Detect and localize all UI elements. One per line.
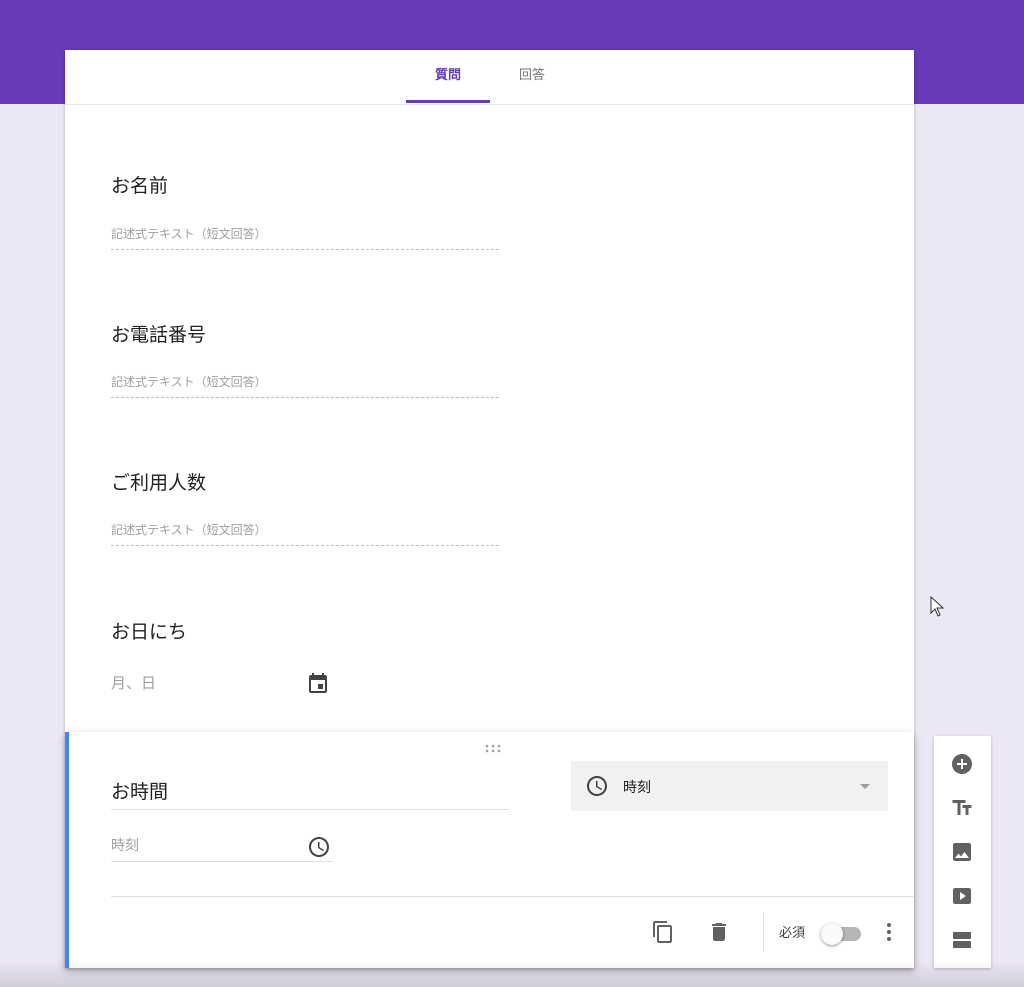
side-toolbar <box>934 736 991 968</box>
card-footer-divider <box>111 896 914 897</box>
dropdown-arrow-icon <box>853 774 877 798</box>
tab-active-indicator <box>406 100 490 103</box>
footer-vertical-divider <box>763 912 764 952</box>
question-title-name[interactable]: お名前 <box>111 171 168 198</box>
short-answer-placeholder: 記述式テキスト（短文回答） <box>111 220 499 250</box>
title-text-icon[interactable] <box>950 796 974 820</box>
duplicate-icon[interactable] <box>651 920 675 944</box>
tab-questions[interactable]: 質問 <box>406 50 490 105</box>
video-icon[interactable] <box>950 884 974 908</box>
tab-responses[interactable]: 回答 <box>490 50 574 105</box>
question-title-phone[interactable]: お電話番号 <box>111 320 206 347</box>
question-type-dropdown[interactable]: 時刻 <box>571 761 888 811</box>
question-title-input[interactable]: お時間 <box>111 778 509 810</box>
mouse-cursor-icon <box>930 595 946 618</box>
image-icon[interactable] <box>950 840 974 864</box>
question-title-date[interactable]: お日にち <box>111 617 187 644</box>
clock-icon <box>585 774 609 798</box>
bottom-shade <box>0 960 1024 987</box>
question-title-guests[interactable]: ご利用人数 <box>111 468 206 495</box>
active-question-card[interactable]: お時間 時刻 時刻 必須 <box>65 732 914 968</box>
required-label: 必須 <box>779 926 806 941</box>
toggle-thumb <box>821 923 843 945</box>
time-answer-placeholder: 時刻 <box>111 832 333 862</box>
more-options-icon[interactable] <box>877 920 901 944</box>
tab-bar: 質問 回答 <box>65 50 914 105</box>
section-icon[interactable] <box>950 928 974 952</box>
drag-handle-icon[interactable] <box>483 739 503 753</box>
short-answer-placeholder: 記述式テキスト（短文回答） <box>111 368 499 398</box>
add-circle-icon[interactable] <box>950 752 974 776</box>
clock-icon <box>307 835 331 859</box>
required-toggle[interactable] <box>821 922 863 945</box>
date-placeholder: 月、日 <box>111 674 157 692</box>
short-answer-placeholder: 記述式テキスト（短文回答） <box>111 516 499 546</box>
question-type-label: 時刻 <box>623 780 651 796</box>
delete-icon[interactable] <box>707 920 731 944</box>
calendar-icon <box>306 672 330 696</box>
